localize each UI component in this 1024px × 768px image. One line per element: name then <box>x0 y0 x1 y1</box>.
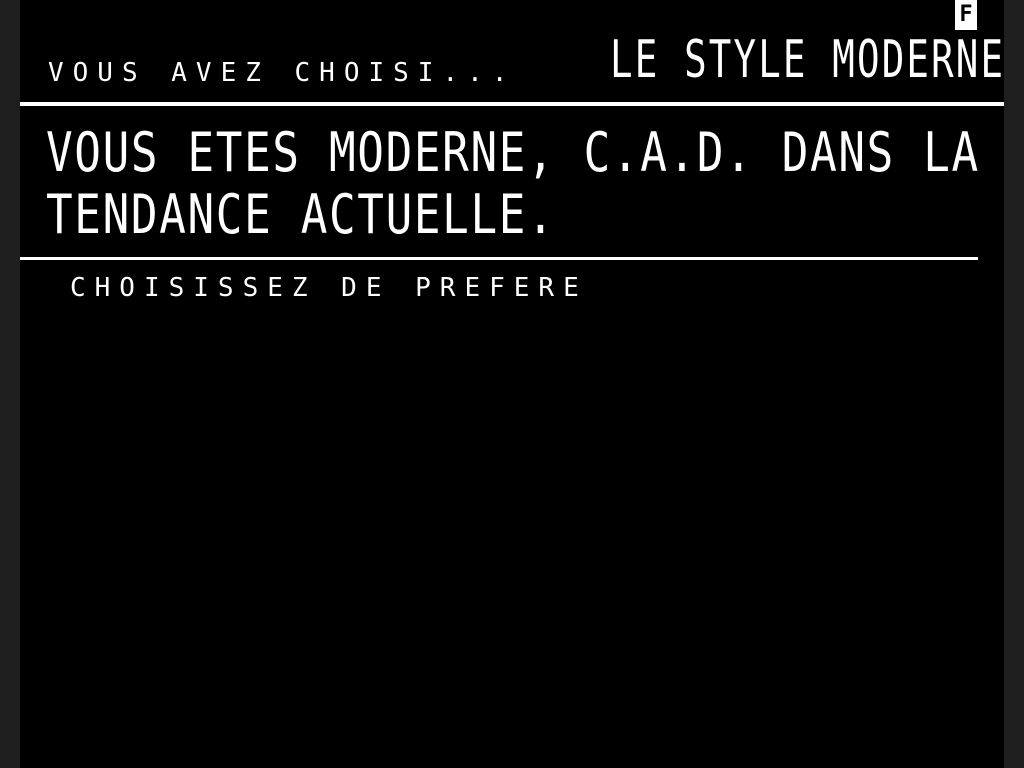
header-divider <box>20 102 1004 106</box>
result-message-line-2: TENDANCE ACTUELLE. <box>46 183 556 246</box>
status-indicator: F <box>955 0 977 30</box>
result-message: VOUS ETES MODERNE, C.A.D. DANS LA TENDAN… <box>46 122 980 246</box>
choice-prompt: CHOISISSEZ DE PREFERE <box>70 273 588 303</box>
result-message-line-1: VOUS ETES MODERNE, C.A.D. DANS LA <box>46 121 980 184</box>
minitel-screen: F VOUS AVEZ CHOISI... LE STYLE MODERNE V… <box>20 0 1004 768</box>
page-title: LE STYLE MODERNE <box>610 30 1004 90</box>
header-intro: VOUS AVEZ CHOISI... <box>48 58 517 88</box>
message-divider <box>20 257 978 260</box>
